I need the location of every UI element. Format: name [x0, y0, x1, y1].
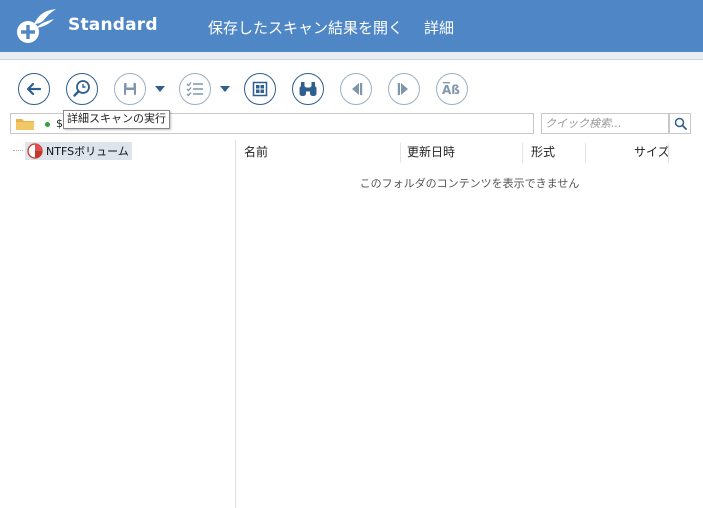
header-divider [0, 52, 703, 60]
empty-folder-message: このフォルダのコンテンツを表示できません [359, 177, 580, 190]
grid-view-button[interactable] [244, 73, 276, 105]
back-button[interactable] [18, 73, 50, 105]
deep-scan-tooltip: 詳細スキャンの実行 [63, 110, 170, 129]
deep-scan-button[interactable] [66, 73, 98, 105]
arrow-left-icon [26, 82, 42, 96]
case-ab-icon: Aß [442, 82, 460, 97]
column-separator [522, 143, 523, 163]
checklist-icon [186, 82, 203, 97]
column-header-type[interactable]: 形式 [531, 142, 555, 164]
menu-details[interactable]: 詳細 [424, 17, 454, 38]
search-icon [674, 117, 687, 130]
volume-icon [27, 143, 43, 159]
floppy-disk-icon [124, 83, 136, 95]
path-status-dot [45, 122, 50, 127]
save-dropdown-caret[interactable] [155, 86, 165, 92]
search-button[interactable] [669, 113, 691, 134]
tree-connector [13, 150, 23, 151]
previous-button[interactable] [340, 73, 372, 105]
path-text: $ [56, 117, 63, 130]
title-bar: Standard 保存したスキャン結果を開く 詳細 [0, 0, 703, 52]
column-header-name[interactable]: 名前 [244, 142, 268, 164]
tree-item-label: NTFSボリューム [46, 145, 129, 158]
checklist-dropdown-caret[interactable] [220, 86, 230, 92]
case-button[interactable]: Aß [436, 73, 468, 105]
save-button[interactable] [114, 73, 146, 105]
find-button[interactable] [292, 73, 324, 105]
app-logo-icon [17, 9, 56, 43]
app-title: Standard [68, 15, 158, 35]
folder-tree-pane[interactable] [0, 140, 236, 508]
grid-icon [252, 81, 268, 97]
step-forward-icon [397, 83, 408, 95]
column-separator [585, 143, 586, 163]
tree-item-ntfs-volume[interactable]: NTFSボリューム [25, 142, 132, 160]
column-separator [400, 143, 401, 163]
svg-text:Aß: Aß [442, 83, 460, 97]
column-separator [668, 143, 669, 163]
column-header-modified[interactable]: 更新日時 [407, 142, 455, 164]
folder-icon [16, 119, 34, 130]
quick-search-input[interactable]: クイック検索... [541, 113, 669, 134]
magnifier-clock-icon [73, 80, 90, 97]
step-back-icon [352, 83, 363, 95]
checklist-button[interactable] [179, 73, 211, 105]
next-button[interactable] [388, 73, 420, 105]
menu-open-saved-scan[interactable]: 保存したスキャン結果を開く [208, 17, 403, 38]
column-header-size[interactable]: サイズ [634, 142, 670, 164]
binoculars-icon [299, 82, 317, 96]
